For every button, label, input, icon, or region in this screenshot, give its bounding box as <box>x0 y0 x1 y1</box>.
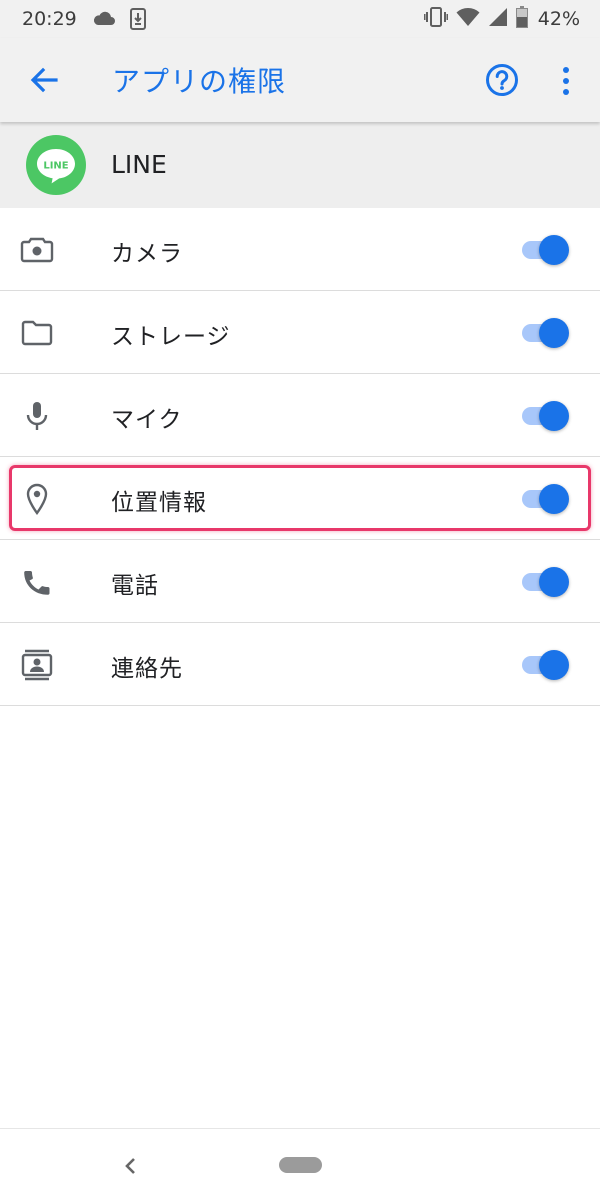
app-header: LINE LINE <box>0 122 600 208</box>
navigation-bar <box>0 1128 600 1201</box>
download-icon <box>130 8 146 34</box>
toggle-thumb <box>539 650 569 680</box>
help-icon <box>486 64 518 96</box>
toggle-thumb <box>539 401 569 431</box>
phone-toggle[interactable] <box>520 564 572 598</box>
permission-row-microphone[interactable]: マイク <box>0 374 600 457</box>
camera-toggle[interactable] <box>520 232 572 266</box>
home-pill-button[interactable] <box>279 1157 322 1173</box>
signal-icon <box>488 7 508 31</box>
permission-row-location[interactable]: 位置情報 <box>0 457 600 540</box>
vibrate-icon <box>423 7 449 31</box>
help-button[interactable] <box>484 62 520 98</box>
permission-label: カメラ <box>111 241 183 267</box>
page-title: アプリの権限 <box>112 65 287 98</box>
camera-icon <box>20 233 54 267</box>
toggle-thumb <box>539 235 569 265</box>
storage-toggle[interactable] <box>520 315 572 349</box>
location-pin-icon <box>20 482 54 516</box>
permission-row-camera[interactable]: カメラ <box>0 208 600 291</box>
microphone-icon <box>20 399 54 433</box>
contacts-icon <box>20 648 54 682</box>
toggle-thumb <box>539 484 569 514</box>
permission-row-contacts[interactable]: 連絡先 <box>0 623 600 706</box>
overflow-menu-icon <box>563 67 569 95</box>
permission-row-storage[interactable]: ストレージ <box>0 291 600 374</box>
cloud-icon <box>92 9 116 31</box>
contacts-toggle[interactable] <box>520 647 572 681</box>
nav-back-button[interactable] <box>120 1153 142 1179</box>
wifi-icon <box>456 7 480 31</box>
permission-row-phone[interactable]: 電話 <box>0 540 600 623</box>
permission-label: ストレージ <box>111 324 231 350</box>
permission-label: 位置情報 <box>111 490 207 516</box>
status-bar: 20:29 42% <box>0 0 600 38</box>
line-logo-icon: LINE <box>26 135 86 195</box>
back-arrow-icon <box>30 67 58 93</box>
back-button[interactable] <box>26 62 62 98</box>
app-name: LINE <box>111 150 167 179</box>
phone-icon <box>20 565 54 599</box>
permission-list: カメラ ストレージ マイク 位置情報 電話 連絡先 <box>0 208 600 706</box>
permission-label: マイク <box>111 407 183 433</box>
app-bar: アプリの権限 <box>0 38 600 122</box>
toggle-thumb <box>539 567 569 597</box>
location-toggle[interactable] <box>520 481 572 515</box>
battery-percent: 42% <box>537 8 580 30</box>
battery-icon <box>515 6 528 32</box>
status-time: 20:29 <box>22 8 77 30</box>
nav-back-icon <box>125 1158 135 1174</box>
svg-text:LINE: LINE <box>43 161 68 172</box>
overflow-menu-button[interactable] <box>552 64 580 98</box>
toggle-thumb <box>539 318 569 348</box>
folder-icon <box>20 316 54 350</box>
permission-label: 連絡先 <box>111 656 183 682</box>
permission-label: 電話 <box>111 573 159 599</box>
microphone-toggle[interactable] <box>520 398 572 432</box>
